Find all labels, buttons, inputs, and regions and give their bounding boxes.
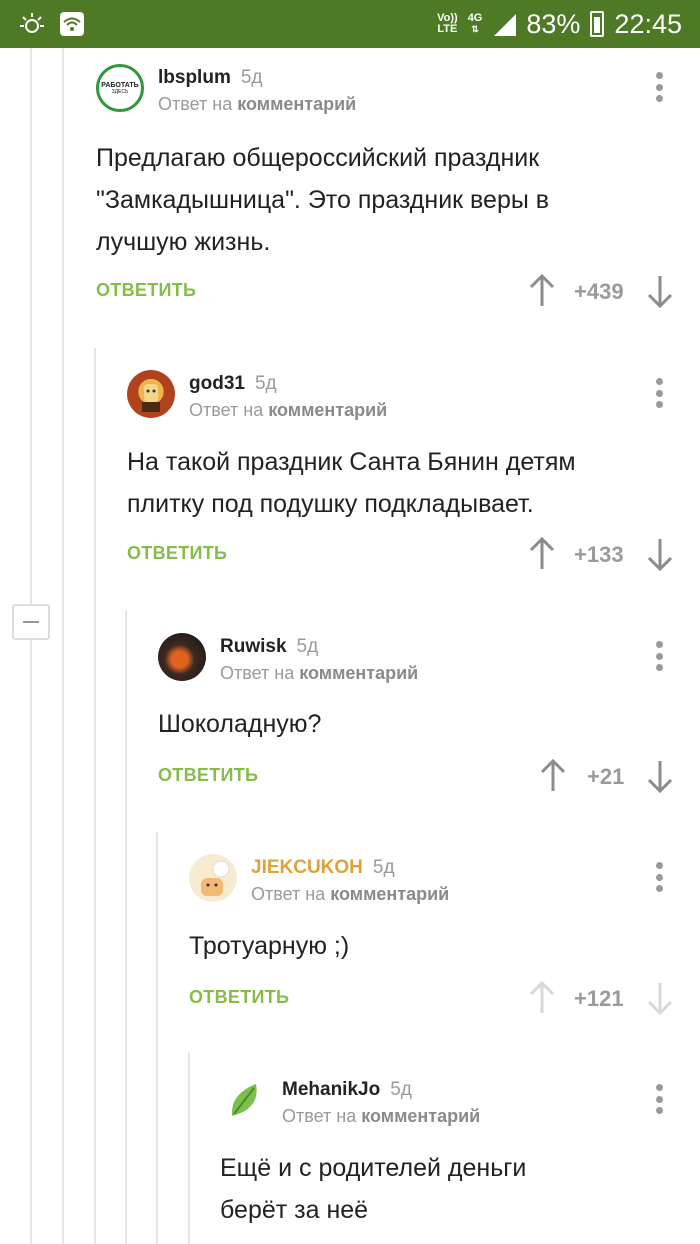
thread-line: [125, 610, 127, 1244]
comment: MehanikJo 5д Ответ на комментарий Ещё и с…: [220, 1076, 686, 1244]
username-label[interactable]: MehanikJo: [282, 1079, 380, 1100]
comment-time: 5д: [390, 1079, 412, 1100]
reply-target-link[interactable]: комментарий: [330, 884, 449, 904]
reply-to: Ответ на комментарий: [282, 1106, 480, 1127]
username[interactable]: MehanikJo 5д: [282, 1079, 412, 1101]
more-options-icon[interactable]: [654, 72, 664, 102]
collapse-thread-button[interactable]: [12, 604, 50, 640]
upvote-icon[interactable]: [528, 981, 556, 1015]
comment-time: 5д: [296, 636, 319, 657]
username[interactable]: lbsplum 5д: [158, 67, 263, 89]
reply-to: Ответ на комментарий: [220, 663, 418, 684]
more-options-icon[interactable]: [654, 1084, 664, 1114]
reply-prefix: Ответ на: [158, 94, 233, 114]
reply-prefix: Ответ на: [220, 663, 295, 683]
avatar[interactable]: [127, 370, 175, 418]
reply-button[interactable]: ОТВЕТИТЬ: [127, 543, 227, 564]
reply-to: Ответ на комментарий: [251, 884, 449, 905]
thread-line: [30, 48, 32, 1244]
username-label[interactable]: god31: [189, 373, 245, 394]
comment-text: Тротуарную ;): [189, 925, 349, 967]
volte-indicator: Vo)) LTE: [437, 13, 458, 35]
lte-label: LTE: [437, 23, 458, 35]
comment-text-line: "Замкадышница". Это праздник веры в: [96, 186, 550, 214]
comment-score: +21: [587, 764, 625, 789]
reply-prefix: Ответ на: [282, 1106, 357, 1126]
downvote-icon[interactable]: [646, 274, 674, 308]
avatar[interactable]: [220, 1076, 268, 1124]
comment-score: +133: [574, 542, 624, 567]
comment-text: Предлагаю общероссийский праздник "Замка…: [96, 137, 549, 263]
username[interactable]: god31 5д: [189, 373, 277, 395]
upvote-icon[interactable]: [528, 537, 556, 571]
more-options-icon[interactable]: [654, 378, 664, 408]
reply-target-link[interactable]: комментарий: [237, 94, 356, 114]
status-bar: Vo)) LTE 4G ⇅ 83% 22:45: [0, 0, 700, 48]
username-label[interactable]: JIEKCUKOH: [251, 857, 363, 878]
comment-time: 5д: [254, 373, 277, 394]
avatar[interactable]: [189, 854, 237, 902]
reply-button[interactable]: ОТВЕТИТЬ: [158, 765, 258, 786]
comment-score: +439: [574, 279, 624, 304]
brightness-icon: [20, 13, 44, 33]
wifi-icon: [60, 12, 84, 36]
more-options-icon[interactable]: [654, 862, 664, 892]
reply-to: Ответ на комментарий: [189, 400, 387, 421]
reply-button[interactable]: ОТВЕТИТЬ: [96, 280, 196, 301]
network-gen: 4G ⇅: [467, 12, 483, 35]
username[interactable]: Ruwisk 5д: [220, 636, 318, 658]
reply-target-link[interactable]: комментарий: [268, 400, 387, 420]
comment-text-line: плитку под подушку подкладывает.: [127, 490, 534, 518]
comment-text-line: Ещё и с родителей деньги: [220, 1154, 527, 1182]
comment-text: На такой праздник Санта Бянин детям плит…: [127, 441, 576, 525]
comment-score: +121: [574, 986, 624, 1011]
username[interactable]: JIEKCUKOH 5д: [251, 857, 395, 879]
network-gen-label: 4G: [467, 12, 483, 24]
avatar-logo-text: РАБОТАТЬ: [101, 81, 139, 89]
battery-icon: [590, 11, 605, 37]
clock: 22:45: [614, 8, 682, 39]
upvote-icon[interactable]: [528, 274, 556, 308]
comment: god31 5д Ответ на комментарий На такой пр…: [127, 370, 686, 580]
battery-percent: 83%: [526, 8, 581, 39]
thread-line: [62, 48, 64, 1244]
comment: JIEKCUKOH 5д Ответ на комментарий Тротуар…: [189, 854, 686, 1024]
avatar-logo-subtext: ЗДЕСЬ: [111, 88, 129, 95]
thread-line: [94, 348, 96, 1244]
avatar[interactable]: РАБОТАТЬ ЗДЕСЬ: [96, 64, 144, 112]
comment-text-line: Тротуарную ;): [189, 932, 350, 960]
downvote-icon[interactable]: [646, 981, 674, 1015]
comment-time: 5д: [372, 857, 395, 878]
downvote-icon[interactable]: [646, 759, 674, 793]
comment-time: 5д: [240, 67, 263, 88]
thread-line: [156, 832, 158, 1244]
downvote-icon[interactable]: [646, 537, 674, 571]
avatar[interactable]: [158, 633, 206, 681]
username-label[interactable]: lbsplum: [158, 67, 231, 88]
thread-line: [188, 1052, 190, 1244]
reply-prefix: Ответ на: [251, 884, 326, 904]
comment-text-line: берёт за неё: [220, 1196, 369, 1224]
reply-button[interactable]: ОТВЕТИТЬ: [189, 987, 289, 1008]
comment-text-line: Предлагаю общероссийский праздник: [96, 144, 540, 172]
username-label[interactable]: Ruwisk: [220, 636, 287, 657]
comment-text: Ещё и с родителей деньги берёт за неё: [220, 1147, 526, 1231]
reply-to: Ответ на комментарий: [158, 94, 356, 115]
more-options-icon[interactable]: [654, 641, 664, 671]
reply-target-link[interactable]: комментарий: [299, 663, 418, 683]
signal-icon: [494, 14, 517, 36]
comment-text-line: На такой праздник Санта Бянин детям: [127, 448, 576, 476]
reply-prefix: Ответ на: [189, 400, 264, 420]
comment: Ruwisk 5д Ответ на комментарий Шоколадную…: [158, 633, 686, 803]
comment-text-line: лучшую жизнь.: [96, 228, 271, 256]
upvote-icon[interactable]: [539, 759, 567, 793]
reply-target-link[interactable]: комментарий: [361, 1106, 480, 1126]
comment-text: Шоколадную?: [158, 703, 321, 745]
comment-text-line: Шоколадную?: [158, 710, 322, 738]
comment: РАБОТАТЬ ЗДЕСЬ lbsplum 5д Ответ на коммен…: [96, 64, 686, 314]
